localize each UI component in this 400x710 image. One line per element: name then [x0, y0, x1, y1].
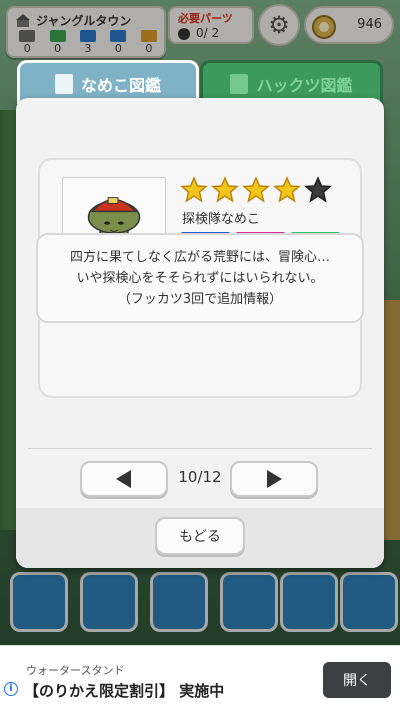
next-page-button[interactable]	[230, 461, 318, 497]
previous-page-button[interactable]	[80, 461, 168, 497]
star-filled-icon	[242, 176, 270, 203]
star-empty-icon	[304, 176, 332, 203]
star-filled-icon	[273, 176, 301, 203]
ad-open-button[interactable]: 開く	[323, 662, 391, 698]
encyclopedia-dialog: 探検隊なめこ Lv2Lv2Lv2Lv1Lv2 四方に果てしなく広がる荒野には、冒…	[16, 98, 384, 568]
ad-banner[interactable]: i ウォータースタンド 【のりかえ限定割引】 実施中 開く	[0, 645, 400, 710]
rarity-stars	[180, 176, 332, 204]
ad-advertiser: ウォータースタンド	[26, 664, 125, 677]
page-indicator: 10/12	[178, 468, 222, 486]
description-box: 四方に果てしなく広がる荒野には、冒険心… いや探検心をそそられずにはいられない。…	[36, 233, 364, 323]
nameko-name: 探検隊なめこ	[182, 212, 261, 227]
tab-label: ハックツ図鑑	[256, 75, 353, 95]
divider	[28, 448, 372, 449]
ad-headline: 【のりかえ限定割引】 実施中	[24, 682, 225, 700]
triangle-right-icon	[267, 470, 282, 488]
description-line: 四方に果てしなく広がる荒野には、冒険心…	[69, 249, 330, 265]
ad-info-icon[interactable]: i	[4, 682, 18, 696]
triangle-left-icon	[116, 470, 131, 488]
book-icon	[54, 73, 73, 94]
star-filled-icon	[180, 176, 208, 203]
tab-label: なめこ図鑑	[80, 75, 161, 95]
back-button-label: もどる	[179, 529, 221, 545]
description-line: （フッカツ3回で追加情報）	[117, 291, 283, 307]
book-icon	[230, 73, 249, 94]
star-filled-icon	[211, 176, 239, 203]
back-button[interactable]: もどる	[155, 517, 245, 555]
description-line: いや探検心をそそられずにはいられない。	[76, 270, 324, 286]
